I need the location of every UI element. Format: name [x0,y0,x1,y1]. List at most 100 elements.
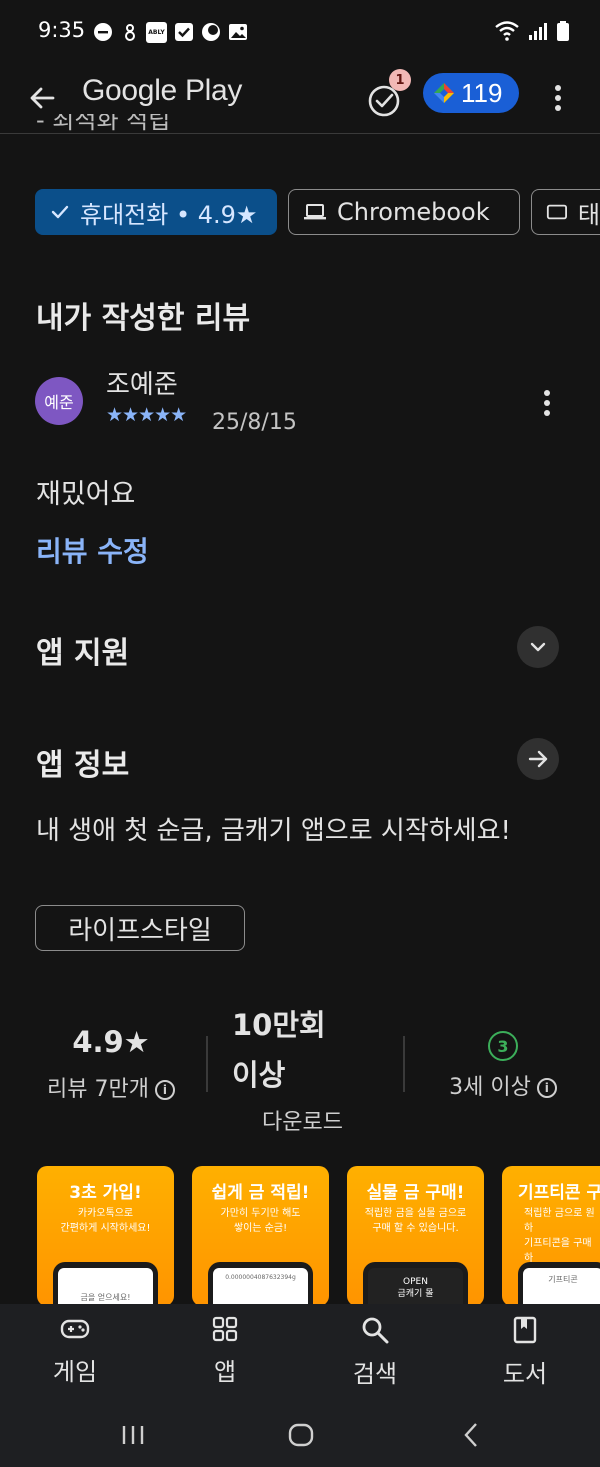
app-status-icon [119,22,140,43]
phone-screen-text: 금을 얻으세요! [58,1268,153,1306]
info-icon: i [536,1078,557,1098]
bottom-navigation: 게임 앱 검색 도서 [0,1304,600,1402]
app-support-heading: 앱 지원 [36,636,130,671]
rating-sub[interactable]: 리뷰 7만개 i [36,1071,186,1103]
nav-item-apps[interactable]: 앱 [150,1304,300,1402]
overflow-menu-button[interactable] [540,76,576,120]
gamepad-icon [60,1319,90,1339]
play-points-diamond-icon [434,83,454,103]
app-support-expand-button[interactable] [517,626,559,668]
reviewer-name: 조예준 [106,370,178,400]
screenshot-title: 쉽게 금 적립! [211,1183,310,1203]
downloads-value-line1: 10만회 [232,1008,326,1042]
app-info-heading: 앱 정보 [36,748,130,783]
phone-mockup: OPEN 금캐기 몰 [363,1262,468,1306]
stat-divider [206,1036,208,1092]
info-icon: i [154,1080,175,1100]
phone-mockup: 0.0000004087632394g [208,1262,313,1306]
screenshot-3[interactable]: 실물 금 구매! 적립한 금을 실물 금으로 구매 할 수 있습니다. OPEN… [347,1166,484,1306]
phone-mockup: 기프티콘 [518,1262,600,1306]
star-rating: ★★★★★ [106,404,187,426]
downloads-value-line2: 이상 [232,1058,286,1092]
clipped-feature-text: - 최적화 적립 [36,114,171,134]
book-icon [513,1316,537,1344]
apps-grid-icon [212,1316,238,1342]
recents-icon [122,1426,144,1444]
notification-badge: 1 [389,69,411,91]
phone-screen-text: OPEN 금캐기 몰 [368,1268,463,1306]
review-text: 재밌어요 [36,479,136,510]
phone-screen-text: 기프티콘 [523,1268,600,1306]
search-icon [362,1317,389,1344]
arrow-left-icon [30,87,55,109]
app-info-open-button[interactable] [517,738,559,780]
check-icon [51,205,69,219]
battery-icon [556,20,570,46]
screenshot-title: 기프티콘 구 [518,1183,600,1203]
system-navigation-bar [0,1402,600,1467]
more-vertical-icon [555,85,561,111]
home-button[interactable] [286,1420,316,1454]
nav-item-search[interactable]: 검색 [300,1304,450,1402]
nav-item-games[interactable]: 게임 [0,1304,150,1402]
downloads-stat: 10만회 이상 다운로드 [232,1002,392,1136]
screenshot-title: 3초 가입! [69,1183,142,1203]
app-bar-title: Google Play [82,74,243,107]
play-points-button[interactable]: 119 [423,73,519,113]
review-date: 25/8/15 [212,410,297,435]
laptop-icon [304,204,326,220]
nav-label: 도서 [502,1360,548,1388]
more-vertical-icon [544,390,550,416]
chevron-left-icon [464,1423,477,1447]
screenshot-subtitle: 가만히 두기만 해도 쌓이는 순금! [220,1208,301,1234]
chevron-down-icon [530,642,546,652]
image-icon [227,22,248,43]
checkbox-icon [173,22,194,43]
home-icon [288,1423,314,1447]
phone-screen-text: 0.0000004087632394g [213,1268,308,1306]
signal-icon [528,21,548,45]
status-bar: 9:35 ABLY [0,0,600,64]
play-points-count: 119 [461,77,503,108]
nav-label: 게임 [52,1358,98,1386]
nav-label: 검색 [352,1360,398,1388]
chip-phone[interactable]: 휴대전화 • 4.9★ [35,189,277,235]
category-chip[interactable]: 라이프스타일 [35,905,245,951]
screenshot-subtitle: 적립한 금을 실물 금으로 구매 할 수 있습니다. [364,1208,467,1234]
nav-label: 앱 [213,1358,237,1386]
recent-apps-button[interactable] [118,1420,148,1454]
chip-chromebook[interactable]: Chromebook [288,189,520,235]
status-time: 9:35 [38,18,86,42]
screenshot-subtitle: 적립한 금으로 원하 기프티콘을 구매하 [524,1208,595,1264]
chip-tablet-label: 태 [577,200,600,229]
screenshot-subtitle: 카카오톡으로 간편하게 시작하세요! [60,1208,151,1234]
wifi-icon [494,20,520,46]
phone-mockup: 금을 얻으세요! [53,1262,158,1306]
minus-circle-icon [92,22,113,43]
status-notification-icons: ABLY [92,20,248,44]
age-rating-badge: 3 [488,1031,518,1061]
status-system-icons [494,20,570,46]
rating-value: 4.9★ [72,1025,150,1059]
screenshot-4[interactable]: 기프티콘 구 적립한 금으로 원하 기프티콘을 구매하 기프티콘 [502,1166,600,1306]
age-sub[interactable]: 3세 이상 i [449,1069,557,1101]
screenshot-1[interactable]: 3초 가입! 카카오톡으로 간편하게 시작하세요! 금을 얻으세요! [37,1166,174,1306]
stat-divider [403,1036,405,1092]
system-back-button[interactable] [457,1420,487,1454]
review-more-button[interactable] [530,386,564,420]
chip-chromebook-label: Chromebook [337,198,490,226]
screenshot-title: 실물 금 구매! [366,1183,465,1203]
moon-app-icon [200,22,221,43]
tablet-icon [546,204,567,220]
edit-review-link[interactable]: 리뷰 수정 [36,530,149,570]
rating-stat: 4.9★ 리뷰 7만개 i [36,1025,186,1103]
chip-phone-label: 휴대전화 • 4.9★ [80,200,258,229]
nav-item-books[interactable]: 도서 [450,1304,600,1402]
age-stat: 3 3세 이상 i [430,1031,576,1101]
screenshot-2[interactable]: 쉽게 금 적립! 가만히 두기만 해도 쌓이는 순금! 0.0000004087… [192,1166,329,1306]
chip-tablet[interactable]: 태 [531,189,600,235]
app-description: 내 생애 첫 순금, 금캐기 앱으로 시작하세요! [36,816,511,846]
ably-app-icon: ABLY [146,21,167,43]
arrow-right-icon [528,750,548,768]
my-review-heading: 내가 작성한 리뷰 [36,301,251,336]
